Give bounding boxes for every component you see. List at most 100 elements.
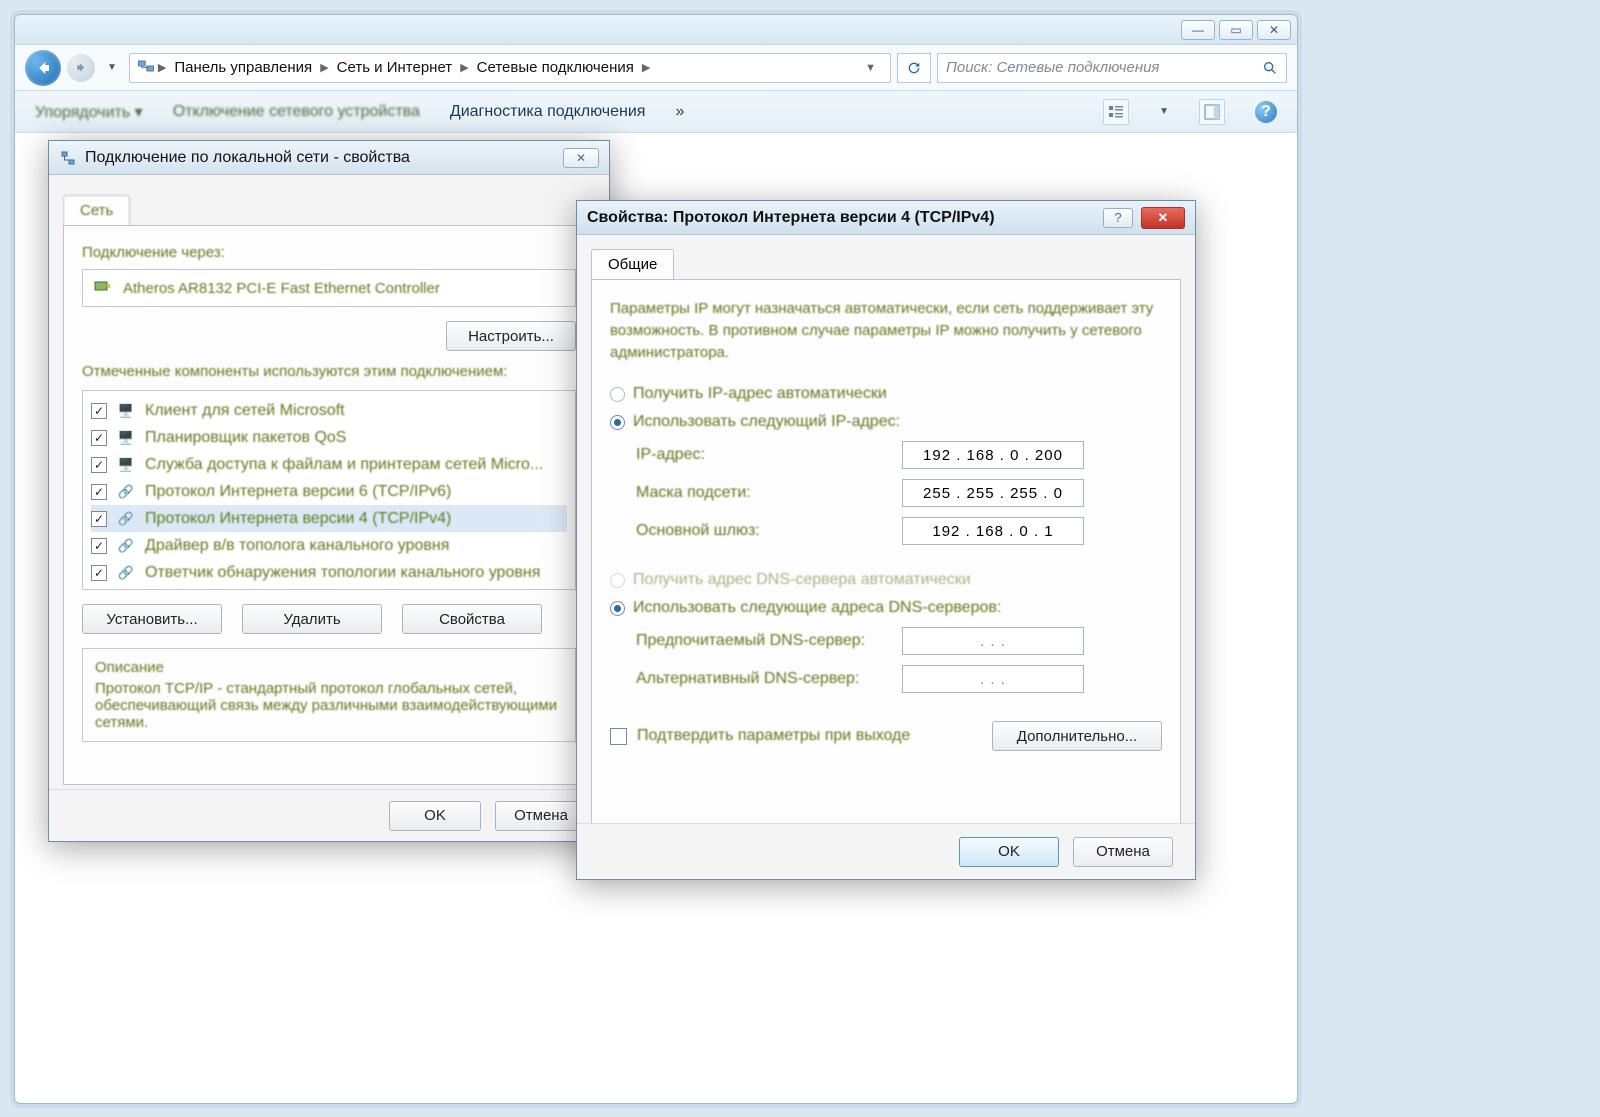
protocol-icon: 🔗 (117, 510, 135, 528)
dialog-titlebar: Подключение по локальной сети - свойства… (49, 141, 609, 175)
close-button[interactable]: ✕ (1257, 20, 1291, 40)
service-icon: 🖥️ (117, 429, 135, 447)
components-list[interactable]: ✓ 🖥️ Клиент для сетей Microsoft ✓ 🖥️ Пла… (82, 390, 576, 590)
advanced-button[interactable]: Дополнительно... (992, 721, 1162, 751)
description-text: Протокол TCP/IP - стандартный протокол г… (95, 680, 563, 731)
description-title: Описание (95, 659, 563, 676)
component-label: Служба доступа к файлам и принтерам сете… (145, 456, 543, 474)
component-item[interactable]: ✓ 🖥️ Планировщик пакетов QoS (91, 424, 567, 451)
component-label: Клиент для сетей Microsoft (145, 402, 345, 420)
network-icon (59, 149, 77, 167)
checkbox-icon[interactable]: ✓ (91, 430, 107, 446)
cancel-button[interactable]: Отмена (495, 801, 587, 831)
breadcrumb-bar[interactable]: ▶ Панель управления ▶ Сеть и Интернет ▶ … (129, 53, 891, 83)
maximize-button[interactable]: ▭ (1219, 20, 1253, 40)
tab-network[interactable]: Сеть (63, 195, 130, 225)
install-button[interactable]: Установить... (82, 604, 222, 634)
toolbar-organize[interactable]: Упорядочить ▾ (35, 102, 143, 122)
adapter-field[interactable]: Atheros AR8132 PCI-E Fast Ethernet Contr… (82, 269, 576, 307)
radio-icon (610, 573, 625, 588)
properties-button[interactable]: Свойства (402, 604, 542, 634)
nav-history-dropdown[interactable]: ▼ (101, 62, 123, 73)
preview-pane-button[interactable] (1199, 99, 1225, 125)
adapter-icon (93, 276, 113, 300)
radio-manual-dns[interactable]: Использовать следующие адреса DNS-сервер… (610, 599, 1162, 617)
connect-using-label: Подключение через: (82, 244, 576, 261)
connection-properties-dialog: Подключение по локальной сети - свойства… (48, 140, 610, 842)
refresh-button[interactable] (897, 53, 931, 83)
component-item[interactable]: ✓ 🖥️ Служба доступа к файлам и принтерам… (91, 451, 567, 478)
help-button[interactable]: ? (1255, 101, 1277, 123)
component-item[interactable]: ✓ 🔗 Драйвер в/в тополога канального уров… (91, 532, 567, 559)
breadcrumb-item[interactable]: Сетевые подключения (471, 57, 640, 78)
components-label: Отмеченные компоненты используются этим … (82, 363, 576, 380)
tab-body: Параметры IP могут назначаться автоматич… (591, 279, 1181, 825)
checkbox-icon[interactable]: ✓ (91, 511, 107, 527)
minimize-button[interactable]: — (1181, 20, 1215, 40)
nav-back-button[interactable] (25, 50, 61, 86)
checkbox-icon[interactable]: ✓ (91, 565, 107, 581)
checkbox-icon[interactable]: ✓ (91, 457, 107, 473)
service-icon: 🖥️ (117, 456, 135, 474)
tab-strip: Сеть (49, 175, 609, 225)
explorer-toolbar: Упорядочить ▾ Отключение сетевого устрой… (15, 91, 1297, 133)
radio-icon (610, 387, 625, 402)
ok-button[interactable]: OK (389, 801, 481, 831)
breadcrumb-dropdown[interactable]: ▼ (857, 62, 884, 74)
subnet-mask-label: Маска подсети: (636, 484, 892, 502)
component-item[interactable]: ✓ 🔗 Ответчик обнаружения топологии канал… (91, 559, 567, 586)
gateway-label: Основной шлюз: (636, 522, 892, 540)
dialog-title: Подключение по локальной сети - свойства (85, 149, 410, 167)
dialog-close-button[interactable]: ✕ (1141, 207, 1185, 229)
ipv4-properties-dialog: Свойства: Протокол Интернета версии 4 (T… (576, 200, 1196, 880)
protocol-icon: 🔗 (117, 483, 135, 501)
cancel-button[interactable]: Отмена (1073, 837, 1173, 867)
protocol-icon: 🔗 (117, 564, 135, 582)
search-input[interactable]: Поиск: Сетевые подключения (937, 53, 1287, 83)
radio-icon (610, 415, 625, 430)
radio-label: Получить IP-адрес автоматически (633, 385, 887, 403)
tab-strip: Общие (577, 235, 1195, 279)
component-item[interactable]: ✓ 🔗 Протокол Интернета версии 6 (TCP/IPv… (91, 478, 567, 505)
help-button[interactable]: ? (1103, 208, 1133, 228)
subnet-mask-field[interactable]: 255 . 255 . 255 . 0 (902, 479, 1084, 507)
nav-forward-button[interactable] (67, 54, 95, 82)
preferred-dns-label: Предпочитаемый DNS-сервер: (636, 632, 892, 650)
tab-general[interactable]: Общие (591, 249, 674, 279)
validate-checkbox[interactable] (610, 728, 627, 745)
ip-address-field[interactable]: 192 . 168 . 0 . 200 (902, 441, 1084, 469)
chevron-right-icon: ▶ (642, 61, 650, 74)
uninstall-button[interactable]: Удалить (242, 604, 382, 634)
breadcrumb-item[interactable]: Панель управления (168, 57, 318, 78)
alt-dns-field[interactable]: . . . (902, 665, 1084, 693)
toolbar-diagnose[interactable]: Диагностика подключения (450, 103, 646, 121)
preferred-dns-field[interactable]: . . . (902, 627, 1084, 655)
checkbox-icon[interactable]: ✓ (91, 403, 107, 419)
gateway-field[interactable]: 192 . 168 . 0 . 1 (902, 517, 1084, 545)
dialog-footer: OK Отмена (49, 789, 609, 841)
toolbar-disable[interactable]: Отключение сетевого устройства (173, 103, 420, 121)
radio-label: Использовать следующий IP-адрес: (633, 413, 900, 431)
radio-auto-ip[interactable]: Получить IP-адрес автоматически (610, 385, 1162, 403)
toolbar-more[interactable]: » (675, 103, 684, 121)
breadcrumb-root-icon (136, 56, 156, 80)
ok-button[interactable]: OK (959, 837, 1059, 867)
explorer-titlebar: — ▭ ✕ (15, 15, 1297, 45)
view-button[interactable] (1103, 99, 1129, 125)
component-item[interactable]: ✓ 🔗 Протокол Интернета версии 4 (TCP/IPv… (91, 505, 567, 532)
view-dropdown[interactable]: ▼ (1159, 106, 1169, 117)
component-label: Протокол Интернета версии 4 (TCP/IPv4) (145, 510, 451, 528)
component-label: Драйвер в/в тополога канального уровня (145, 537, 449, 555)
radio-icon (610, 601, 625, 616)
configure-button[interactable]: Настроить... (446, 321, 576, 351)
checkbox-icon[interactable]: ✓ (91, 484, 107, 500)
component-item[interactable]: ✓ 🖥️ Клиент для сетей Microsoft (91, 397, 567, 424)
checkbox-icon[interactable]: ✓ (91, 538, 107, 554)
component-label: Протокол Интернета версии 6 (TCP/IPv6) (145, 483, 451, 501)
search-icon (1262, 60, 1278, 76)
validate-label: Подтвердить параметры при выходе (637, 727, 910, 745)
dialog-close-button[interactable]: ✕ (563, 148, 599, 168)
radio-manual-ip[interactable]: Использовать следующий IP-адрес: (610, 413, 1162, 431)
breadcrumb-item[interactable]: Сеть и Интернет (331, 57, 459, 78)
explorer-navbar: ▼ ▶ Панель управления ▶ Сеть и Интернет … (15, 45, 1297, 91)
